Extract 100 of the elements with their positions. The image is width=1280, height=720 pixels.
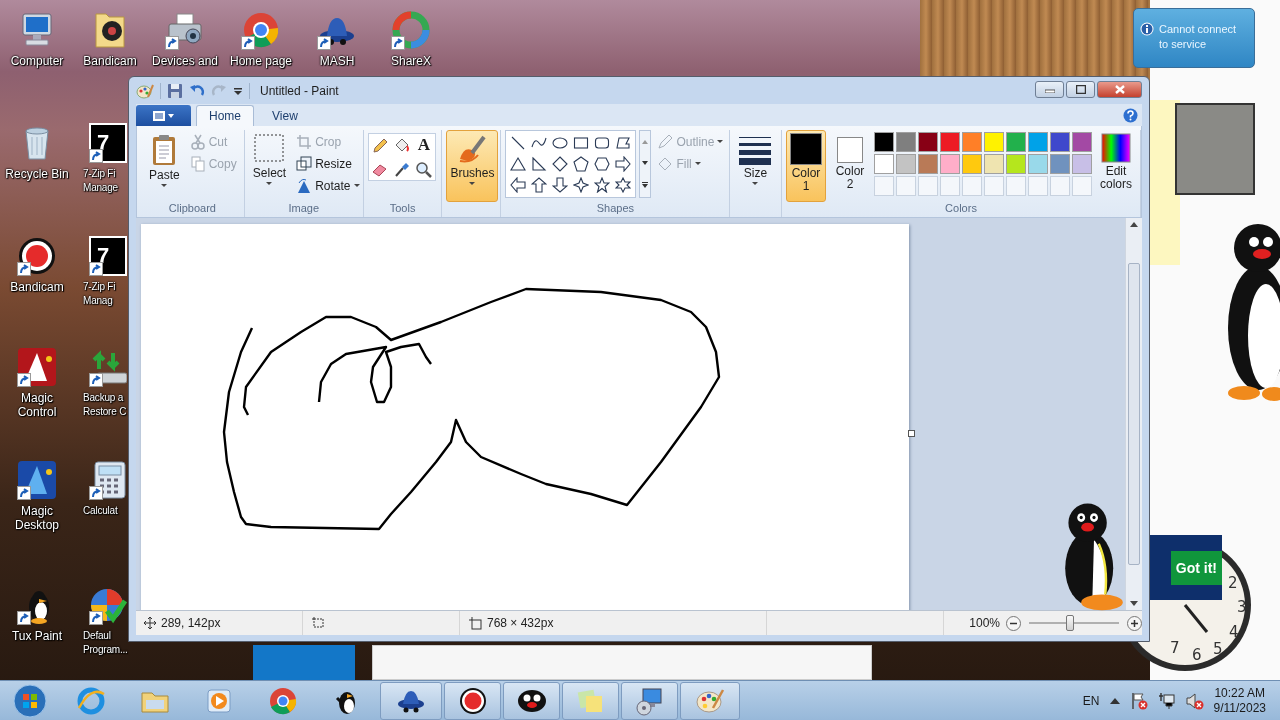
show-hidden-icons-icon[interactable] [1109, 697, 1120, 704]
language-indicator[interactable]: EN [1082, 693, 1100, 708]
maximize-button[interactable] [1066, 81, 1095, 98]
dropdown-icon[interactable] [233, 85, 243, 96]
zoom-in-button[interactable] [1127, 615, 1142, 631]
brushes-button[interactable]: Brushes [446, 130, 499, 202]
six-point-star-shape-button[interactable] [613, 175, 634, 195]
empty-color-slot[interactable] [1028, 176, 1048, 196]
color-swatch[interactable] [1050, 154, 1070, 174]
save-icon[interactable] [167, 82, 183, 99]
help-icon[interactable] [1123, 107, 1138, 123]
desktop-icon-label[interactable]: Devices and [151, 54, 218, 68]
network-icon[interactable] [1157, 691, 1176, 710]
select-button[interactable]: Select [248, 130, 291, 202]
four-point-star-shape-button[interactable] [571, 175, 592, 195]
desktop-icon-label[interactable]: Home page [229, 54, 292, 68]
color-swatch[interactable] [984, 154, 1004, 174]
palette-icon[interactable] [136, 82, 154, 99]
vertical-scrollbar[interactable] [1125, 218, 1142, 610]
color-swatch[interactable] [962, 154, 982, 174]
empty-color-slot[interactable] [874, 176, 894, 196]
color-swatch[interactable] [874, 132, 894, 152]
desktop-icon-label[interactable]: Backup a [83, 391, 124, 405]
color-swatch[interactable] [1072, 132, 1092, 152]
edit-colors-button[interactable]: Edit colors [1096, 130, 1136, 202]
color-swatch[interactable] [984, 132, 1004, 152]
desktop-icon-label[interactable]: Tux Paint [11, 629, 63, 643]
empty-color-slot[interactable] [984, 176, 1004, 196]
empty-color-slot[interactable] [962, 176, 982, 196]
color-swatch[interactable] [962, 132, 982, 152]
ribbon-tab[interactable]: View [259, 105, 311, 126]
scroll-up-icon[interactable] [1130, 222, 1138, 227]
got-it-button[interactable]: Got it! [1170, 550, 1222, 585]
desktop-icon-label[interactable]: Computer [10, 54, 64, 68]
color-swatch[interactable] [940, 154, 960, 174]
desktop-icon-label[interactable]: Bandicam [10, 280, 64, 294]
desktop-icon-label[interactable]: Desktop [15, 518, 59, 532]
size-button[interactable]: Size [734, 130, 777, 202]
flag-icon[interactable] [1129, 691, 1148, 710]
file-menu-button[interactable] [136, 105, 191, 126]
color-swatch[interactable] [1072, 154, 1092, 174]
color-swatch[interactable] [896, 154, 916, 174]
desktop-icon-label[interactable]: ShareX [391, 54, 431, 68]
color-swatch[interactable] [940, 132, 960, 152]
desktop-icon-label[interactable]: Control [17, 405, 57, 419]
clock-date[interactable]: 9/11/2023 [1213, 700, 1266, 716]
zoom-out-button[interactable] [1006, 615, 1021, 631]
color-swatch[interactable] [1006, 154, 1026, 174]
scroll-down-icon[interactable] [642, 161, 649, 165]
desktop-icon-label[interactable]: Calculat [83, 504, 118, 518]
desktop-icon-label[interactable]: Recycle Bin [5, 167, 69, 181]
resize-button[interactable]: Resize [294, 154, 362, 173]
close-button[interactable] [1097, 81, 1142, 98]
desktop-icon-label[interactable]: 7-Zip Fi [83, 280, 116, 294]
browser-icon[interactable] [241, 10, 281, 50]
desktop-icon-label[interactable]: Manage [83, 181, 118, 195]
empty-color-slot[interactable] [1006, 176, 1026, 196]
color-slot-button[interactable]: Color 2 [830, 130, 870, 202]
star-shape-button[interactable] [592, 175, 613, 195]
taskbar-button[interactable] [444, 681, 501, 720]
rotate-button[interactable]: Rotate [294, 176, 362, 195]
desktop-icon-label[interactable]: 7-Zip Fi [83, 167, 116, 181]
taskbar-button[interactable] [503, 681, 560, 720]
left-arrow-shape-button[interactable] [508, 175, 529, 195]
empty-color-slot[interactable] [940, 176, 960, 196]
desktop-icon-label[interactable]: Program... [83, 643, 128, 657]
desktop-icon-label[interactable]: Magic [21, 504, 53, 518]
paste-button[interactable]: Paste [145, 130, 184, 202]
down-arrow-shape-button[interactable] [550, 175, 571, 195]
desktop-icon-label[interactable]: Magic [21, 391, 53, 405]
color-swatch[interactable] [918, 132, 938, 152]
color-swatch[interactable] [1006, 132, 1026, 152]
color-swatch[interactable] [1028, 132, 1048, 152]
scroll-thumb[interactable] [1128, 263, 1140, 565]
empty-color-slot[interactable] [896, 176, 916, 196]
scroll-down-icon[interactable] [1130, 601, 1138, 606]
color-swatch[interactable] [874, 154, 894, 174]
desktop-icon-label[interactable]: Manag [83, 294, 113, 308]
up-arrow-shape-button[interactable] [529, 175, 550, 195]
color-swatch[interactable] [896, 132, 916, 152]
slider-thumb[interactable] [1065, 615, 1074, 631]
shapes-scrollbar[interactable] [639, 130, 652, 198]
desktop-icon-label[interactable]: MASH [319, 54, 355, 68]
ribbon-tab[interactable]: Home [196, 105, 254, 126]
expand-icon[interactable] [642, 182, 649, 189]
color-swatch[interactable] [1050, 132, 1070, 152]
empty-color-slot[interactable] [918, 176, 938, 196]
taskbar-button[interactable] [380, 681, 442, 720]
resize-handle[interactable] [908, 430, 915, 437]
color-swatch[interactable] [918, 154, 938, 174]
desktop-icon-label[interactable]: Bandicam [83, 54, 137, 68]
speaker-muted-icon[interactable] [1185, 691, 1204, 710]
desktop-icon-label[interactable]: Defaul [83, 629, 111, 643]
empty-color-slot[interactable] [1072, 176, 1092, 196]
clock-time[interactable]: 10:22 AM [1214, 685, 1266, 701]
start-button[interactable] [13, 683, 47, 718]
pentagon-shape-button[interactable] [571, 154, 592, 174]
desktop-icon-label[interactable]: Restore C [83, 405, 127, 419]
color-slot-button[interactable]: Color 1 [786, 130, 826, 202]
empty-color-slot[interactable] [1050, 176, 1070, 196]
